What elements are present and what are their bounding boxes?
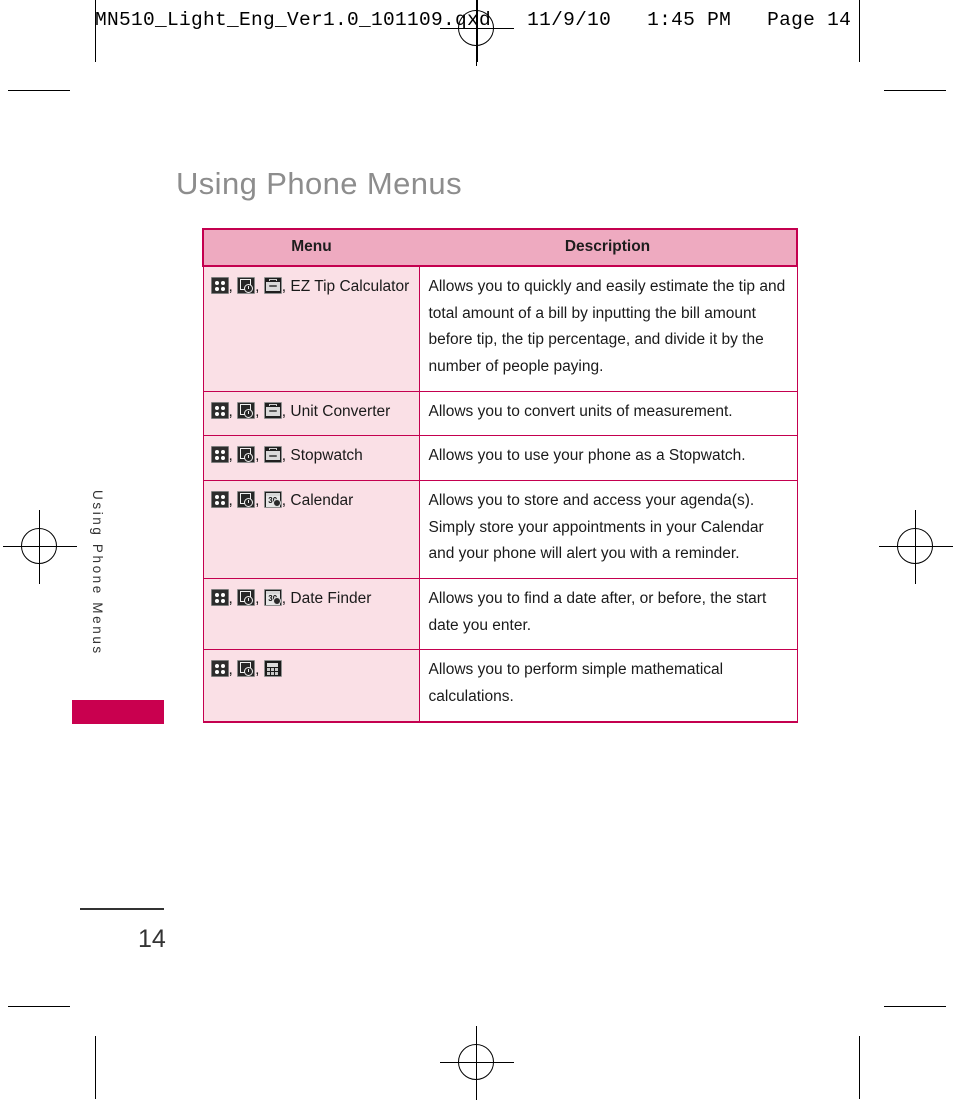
grid-icon <box>210 446 229 464</box>
crop-mark-bottom-right-horizontal <box>884 1006 946 1007</box>
menu-item-label: Unit Converter <box>290 402 391 420</box>
menu-item-label: Date Finder <box>290 589 372 607</box>
briefcase-icon <box>263 446 282 464</box>
description-cell: Allows you to convert units of measureme… <box>418 391 798 437</box>
crop-mark-top-right-horizontal <box>884 90 946 91</box>
registration-mark-bottom <box>440 1026 514 1100</box>
tools-clock-icon <box>237 401 256 419</box>
registration-mark-left <box>3 510 77 584</box>
grid-icon <box>210 588 229 606</box>
description-cell: Allows you to find a date after, or befo… <box>418 578 798 651</box>
crop-mark-top-left-vertical <box>95 0 96 62</box>
crop-mark-top-left-horizontal <box>8 90 70 91</box>
menu-item-label: Stopwatch <box>290 447 363 465</box>
table-row: , , , Unit Converter Allows you to conve… <box>202 391 798 437</box>
table-header-row: Menu Description <box>202 228 798 267</box>
description-cell: Allows you to quickly and easily estimat… <box>418 266 798 392</box>
briefcase-icon <box>263 277 282 294</box>
menu-item-label: Calendar <box>290 491 354 509</box>
grid-icon <box>210 490 229 508</box>
menu-path-cell: , , , EZ Tip Calculator <box>202 266 420 392</box>
icon-separator: , <box>228 278 238 295</box>
icon-separator: , <box>255 661 264 679</box>
side-tab-label: Using Phone Menus <box>90 490 105 656</box>
grid-icon <box>210 277 229 294</box>
tools-clock-icon <box>237 660 256 678</box>
icon-separator: , <box>255 589 264 607</box>
description-cell: Allows you to store and access your agen… <box>418 480 798 579</box>
crop-mark-bottom-right-vertical <box>859 1036 860 1099</box>
tools-clock-icon <box>237 588 256 606</box>
table-row: , , , Stopwatch Allows you to use your p… <box>202 435 798 481</box>
icon-separator: , <box>255 491 264 509</box>
menu-path-cell: , , <box>202 649 420 723</box>
menu-path-cell: , , 30, Calendar <box>202 480 420 579</box>
table-row: , , 30, Calendar Allows you to store and… <box>202 480 798 579</box>
table-row: , , , EZ Tip Calculator Allows you to qu… <box>202 266 798 392</box>
calendar-icon: 30 <box>263 588 282 606</box>
crop-mark-top-right-vertical <box>859 0 860 62</box>
menu-path-cell: , , , Unit Converter <box>202 391 420 437</box>
icon-separator: , <box>228 589 238 607</box>
description-cell: Allows you to perform simple mathematica… <box>418 649 798 723</box>
icon-separator: , <box>255 402 264 420</box>
icon-separator: , <box>228 402 238 420</box>
icon-separator: , <box>228 661 238 679</box>
menu-description-table: Menu Description , , , EZ Tip Calculator… <box>202 228 798 723</box>
menu-path-cell: , , 30, Date Finder <box>202 578 420 651</box>
side-tab-bar <box>72 700 164 724</box>
tools-clock-icon <box>237 277 256 294</box>
icon-separator: , <box>255 278 264 295</box>
crop-mark-bottom-left-horizontal <box>8 1006 70 1007</box>
icon-separator: , <box>255 447 264 465</box>
calendar-icon: 30 <box>263 490 282 508</box>
page-title: Using Phone Menus <box>176 165 462 201</box>
grid-icon <box>210 401 229 419</box>
column-header-description: Description <box>419 228 798 267</box>
crop-mark-bottom-left-vertical <box>95 1036 96 1099</box>
calculator-icon <box>263 660 282 678</box>
column-header-menu: Menu <box>202 228 419 267</box>
registration-mark-top <box>440 0 514 66</box>
registration-mark-right <box>879 510 953 584</box>
folio-rule <box>80 908 164 910</box>
description-cell: Allows you to use your phone as a Stopwa… <box>418 435 798 481</box>
tools-clock-icon <box>237 490 256 508</box>
table-row: , , Allows you to perform simple mathema… <box>202 649 798 723</box>
icon-separator: , <box>228 447 238 465</box>
page-number: 14 <box>138 925 166 953</box>
menu-item-label: EZ Tip Calculator <box>290 278 410 295</box>
grid-icon <box>210 660 229 678</box>
menu-path-cell: , , , Stopwatch <box>202 435 420 481</box>
briefcase-icon <box>263 401 282 419</box>
table-row: , , 30, Date Finder Allows you to find a… <box>202 578 798 651</box>
tools-clock-icon <box>237 446 256 464</box>
icon-separator: , <box>228 491 238 509</box>
